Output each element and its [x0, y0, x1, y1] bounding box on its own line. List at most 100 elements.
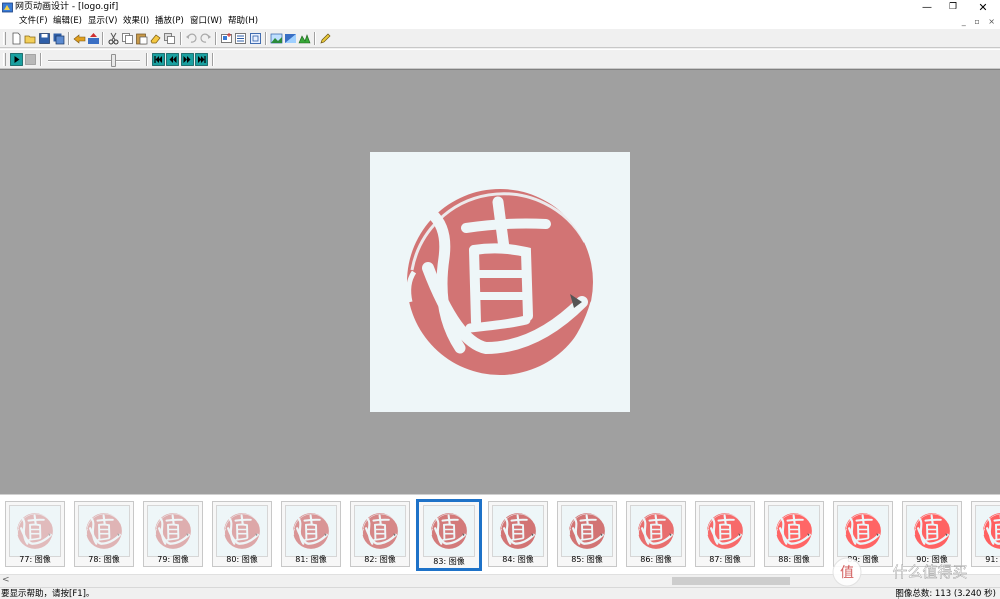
toolbar-separator	[314, 32, 316, 45]
toolbar-separator	[180, 32, 182, 45]
status-frame-count: 图像总数: 113 (3.240 秒)	[895, 589, 996, 599]
logo-seal-thumb	[705, 511, 745, 551]
workspace	[0, 69, 1000, 494]
frame-thumbnail[interactable]: 88: 图像	[764, 501, 824, 567]
title-bar: 网页动画设计 - [logo.gif] — ❐ ✕	[0, 0, 1000, 15]
save-icon[interactable]	[38, 32, 51, 45]
erase-icon[interactable]	[149, 32, 162, 45]
logo-seal-image	[370, 152, 630, 412]
effects-icon[interactable]	[298, 32, 311, 45]
copy-icon[interactable]	[121, 32, 134, 45]
status-bar: 要显示帮助，请按[F1]。 图像总数: 113 (3.240 秒)	[0, 587, 1000, 599]
frame-thumbnail[interactable]: 79: 图像	[143, 501, 203, 567]
previous-frame-icon[interactable]	[166, 53, 179, 66]
frame-preview	[768, 505, 820, 557]
frame-preview	[216, 505, 268, 557]
frame-label: 77: 图像	[19, 555, 51, 564]
frame-label: 80: 图像	[226, 555, 258, 564]
toolbar-separator	[40, 53, 42, 66]
animation-canvas[interactable]	[370, 152, 630, 412]
open-file-icon[interactable]	[24, 32, 37, 45]
app-icon	[2, 2, 13, 13]
menu-effects[interactable]: 效果(I)	[123, 16, 149, 27]
toolbar-grip[interactable]	[3, 53, 6, 66]
frame-label: 86: 图像	[640, 555, 672, 564]
frame-preview	[906, 505, 958, 557]
frame-thumbnail[interactable]: 84: 图像	[488, 501, 548, 567]
cut-icon[interactable]	[107, 32, 120, 45]
speed-slider-track[interactable]	[48, 60, 140, 62]
duplicate-icon[interactable]	[163, 32, 176, 45]
mdi-window-controls[interactable]: _ ▫ ×	[962, 16, 998, 27]
frame-thumbnail[interactable]: 86: 图像	[626, 501, 686, 567]
speed-slider-thumb[interactable]	[111, 54, 116, 67]
watermark-text: 什么值得买	[892, 563, 967, 581]
logo-seal-thumb	[567, 511, 607, 551]
frame-preview	[837, 505, 889, 557]
export-icon[interactable]	[87, 32, 100, 45]
frame-label: 79: 图像	[157, 555, 189, 564]
logo-seal-thumb	[291, 511, 331, 551]
menu-help[interactable]: 帮助(H)	[228, 16, 258, 27]
logo-seal-thumb	[498, 511, 538, 551]
frame-thumbnail[interactable]: 82: 图像	[350, 501, 410, 567]
restore-button[interactable]: ❐	[938, 0, 968, 15]
frame-preview	[354, 505, 406, 557]
first-frame-icon[interactable]	[152, 53, 165, 66]
play-icon[interactable]	[10, 53, 23, 66]
import-icon[interactable]	[73, 32, 86, 45]
toolbar-separator	[146, 53, 148, 66]
undo-icon[interactable]	[185, 32, 198, 45]
frame-thumbnail[interactable]: 77: 图像	[5, 501, 65, 567]
pencil-icon[interactable]	[319, 32, 332, 45]
next-frame-icon[interactable]	[181, 53, 194, 66]
watermark: 值 什么值得买	[832, 557, 968, 587]
menu-edit[interactable]: 编辑(E)	[53, 16, 82, 27]
insert-frame-icon[interactable]	[220, 32, 233, 45]
toolbar-separator	[212, 53, 214, 66]
new-file-icon[interactable]	[10, 32, 23, 45]
menu-file[interactable]: 文件(F)	[19, 16, 48, 27]
close-button[interactable]: ✕	[968, 0, 998, 15]
frame-thumbnail[interactable]: 87: 图像	[695, 501, 755, 567]
status-help-text: 要显示帮助，请按[F1]。	[1, 589, 95, 599]
frame-thumbnail[interactable]: 78: 图像	[74, 501, 134, 567]
scrollbar-thumb[interactable]	[672, 577, 790, 585]
frame-preview	[9, 505, 61, 557]
svg-text:值: 值	[840, 565, 854, 581]
menu-play[interactable]: 播放(P)	[155, 16, 184, 27]
toolbar-separator	[68, 32, 70, 45]
last-frame-icon[interactable]	[195, 53, 208, 66]
palette-icon[interactable]	[270, 32, 283, 45]
toolbar-separator	[102, 32, 104, 45]
logo-seal-thumb	[429, 511, 469, 551]
logo-seal-thumb	[84, 511, 124, 551]
frame-thumbnail[interactable]: 80: 图像	[212, 501, 272, 567]
logo-seal-thumb	[774, 511, 814, 551]
image-size-icon[interactable]	[249, 32, 262, 45]
logo-seal-thumb	[636, 511, 676, 551]
logo-seal-thumb	[222, 511, 262, 551]
gradient-icon[interactable]	[284, 32, 297, 45]
frame-label: 82: 图像	[364, 555, 396, 564]
playback-toolbar	[0, 49, 1000, 69]
menu-view[interactable]: 显示(V)	[88, 16, 117, 27]
save-as-icon[interactable]	[52, 32, 65, 45]
stop-icon[interactable]	[24, 53, 37, 66]
frame-label: 78: 图像	[88, 555, 120, 564]
scroll-left-arrow-icon[interactable]: <	[2, 575, 10, 586]
frame-preview	[147, 505, 199, 557]
frame-properties-icon[interactable]	[234, 32, 247, 45]
frame-thumbnail-selected[interactable]: 83: 图像	[416, 499, 482, 571]
redo-icon[interactable]	[199, 32, 212, 45]
toolbar-grip[interactable]	[3, 32, 6, 45]
logo-seal-thumb	[981, 511, 1000, 551]
frame-thumbnail[interactable]: 81: 图像	[281, 501, 341, 567]
menu-window[interactable]: 窗口(W)	[190, 16, 222, 27]
paste-icon[interactable]	[135, 32, 148, 45]
frame-preview	[699, 505, 751, 557]
frame-preview	[285, 505, 337, 557]
app-window: 网页动画设计 - [logo.gif] — ❐ ✕ 文件(F) 编辑(E) 显示…	[0, 0, 1000, 599]
frame-label: 88: 图像	[778, 555, 810, 564]
frame-thumbnail[interactable]: 85: 图像	[557, 501, 617, 567]
